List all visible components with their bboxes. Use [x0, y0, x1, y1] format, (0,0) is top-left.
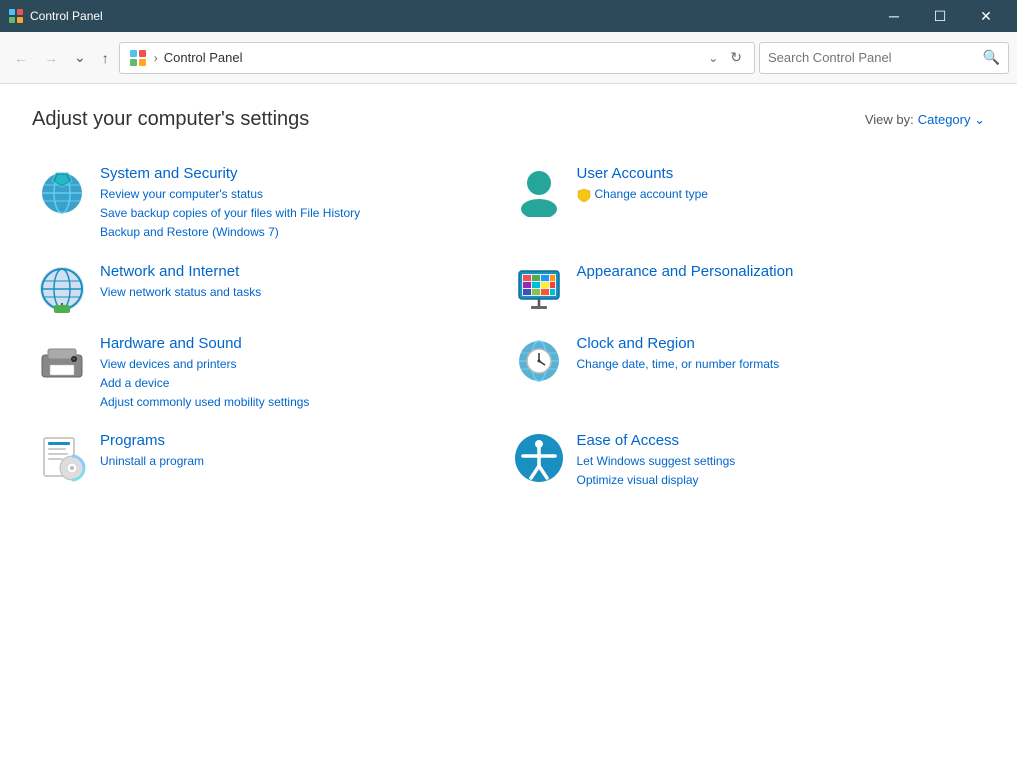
hardware-sound-link-3[interactable]: Adjust commonly used mobility settings — [100, 393, 505, 412]
network-internet-title[interactable]: Network and Internet — [100, 263, 505, 280]
programs-content: Programs Uninstall a program — [100, 432, 505, 471]
view-by-dropdown[interactable]: Category ⌄ — [918, 112, 985, 128]
system-security-icon — [36, 165, 88, 217]
system-security-content: System and Security Review your computer… — [100, 165, 505, 243]
window-title: Control Panel — [30, 9, 103, 23]
nav-bar: ← → ⌄ ↑ › Control Panel ⌄ ↻ 🔍 — [0, 32, 1017, 84]
appearance-personalization-title[interactable]: Appearance and Personalization — [577, 263, 982, 280]
maximize-button[interactable]: ☐ — [917, 0, 963, 32]
address-bar: › Control Panel ⌄ ↻ — [119, 42, 755, 74]
title-bar: Control Panel ─ ☐ ✕ — [0, 0, 1017, 32]
network-internet-icon — [36, 263, 88, 315]
clock-region-content: Clock and Region Change date, time, or n… — [577, 335, 982, 374]
category-user-accounts: User Accounts Change account type — [509, 155, 986, 253]
app-icon — [8, 8, 24, 24]
clock-region-link-1[interactable]: Change date, time, or number formats — [577, 355, 982, 374]
network-internet-link-1[interactable]: View network status and tasks — [100, 283, 505, 302]
user-accounts-title[interactable]: User Accounts — [577, 165, 982, 182]
refresh-button[interactable]: ↻ — [726, 47, 746, 68]
hardware-sound-icon — [36, 335, 88, 387]
search-input[interactable] — [768, 50, 979, 65]
category-programs: Programs Uninstall a program — [32, 422, 509, 500]
recent-locations-button[interactable]: ⌄ — [68, 45, 92, 70]
category-ease-of-access: Ease of Access Let Windows suggest setti… — [509, 422, 986, 500]
hardware-sound-title[interactable]: Hardware and Sound — [100, 335, 505, 352]
minimize-button[interactable]: ─ — [871, 0, 917, 32]
network-internet-content: Network and Internet View network status… — [100, 263, 505, 302]
clock-region-title[interactable]: Clock and Region — [577, 335, 982, 352]
programs-title[interactable]: Programs — [100, 432, 505, 449]
hardware-sound-link-1[interactable]: View devices and printers — [100, 355, 505, 374]
programs-icon — [36, 432, 88, 484]
search-box: 🔍 — [759, 42, 1009, 74]
system-security-link-1[interactable]: Review your computer's status — [100, 185, 505, 204]
user-accounts-link-1[interactable]: Change account type — [577, 185, 982, 204]
appearance-personalization-icon — [513, 263, 565, 315]
view-by-value: Category — [918, 112, 971, 127]
address-text: Control Panel — [164, 50, 700, 65]
breadcrumb-separator: › — [154, 51, 158, 65]
categories-grid: System and Security Review your computer… — [32, 155, 985, 501]
title-bar-left: Control Panel — [8, 8, 103, 24]
system-security-title[interactable]: System and Security — [100, 165, 505, 182]
ease-of-access-link-2[interactable]: Optimize visual display — [577, 471, 982, 490]
category-appearance-personalization: Appearance and Personalization — [509, 253, 986, 325]
category-network-internet: Network and Internet View network status… — [32, 253, 509, 325]
window-controls: ─ ☐ ✕ — [871, 0, 1009, 32]
category-system-security: System and Security Review your computer… — [32, 155, 509, 253]
hardware-sound-content: Hardware and Sound View devices and prin… — [100, 335, 505, 413]
ease-of-access-link-1[interactable]: Let Windows suggest settings — [577, 452, 982, 471]
ease-of-access-icon — [513, 432, 565, 484]
category-clock-region: Clock and Region Change date, time, or n… — [509, 325, 986, 423]
category-hardware-sound: Hardware and Sound View devices and prin… — [32, 325, 509, 423]
up-button[interactable]: ↑ — [96, 46, 115, 70]
user-accounts-icon — [513, 165, 565, 217]
forward-button[interactable]: → — [38, 46, 64, 70]
appearance-personalization-content: Appearance and Personalization — [577, 263, 982, 283]
view-by-control: View by: Category ⌄ — [865, 112, 985, 128]
view-by-label: View by: — [865, 112, 914, 127]
back-button[interactable]: ← — [8, 46, 34, 70]
ease-of-access-content: Ease of Access Let Windows suggest setti… — [577, 432, 982, 490]
system-security-link-2[interactable]: Save backup copies of your files with Fi… — [100, 204, 505, 223]
clock-region-icon — [513, 335, 565, 387]
ease-of-access-title[interactable]: Ease of Access — [577, 432, 982, 449]
user-accounts-content: User Accounts Change account type — [577, 165, 982, 204]
page-title: Adjust your computer's settings — [32, 108, 309, 131]
address-bar-icon — [128, 48, 148, 68]
close-button[interactable]: ✕ — [963, 0, 1009, 32]
search-button[interactable]: 🔍 — [983, 49, 1000, 66]
hardware-sound-link-2[interactable]: Add a device — [100, 374, 505, 393]
address-dropdown-button[interactable]: ⌄ — [706, 49, 720, 67]
page-header: Adjust your computer's settings View by:… — [32, 108, 985, 131]
main-content: Adjust your computer's settings View by:… — [0, 84, 1017, 765]
system-security-link-3[interactable]: Backup and Restore (Windows 7) — [100, 223, 505, 242]
programs-link-1[interactable]: Uninstall a program — [100, 452, 505, 471]
